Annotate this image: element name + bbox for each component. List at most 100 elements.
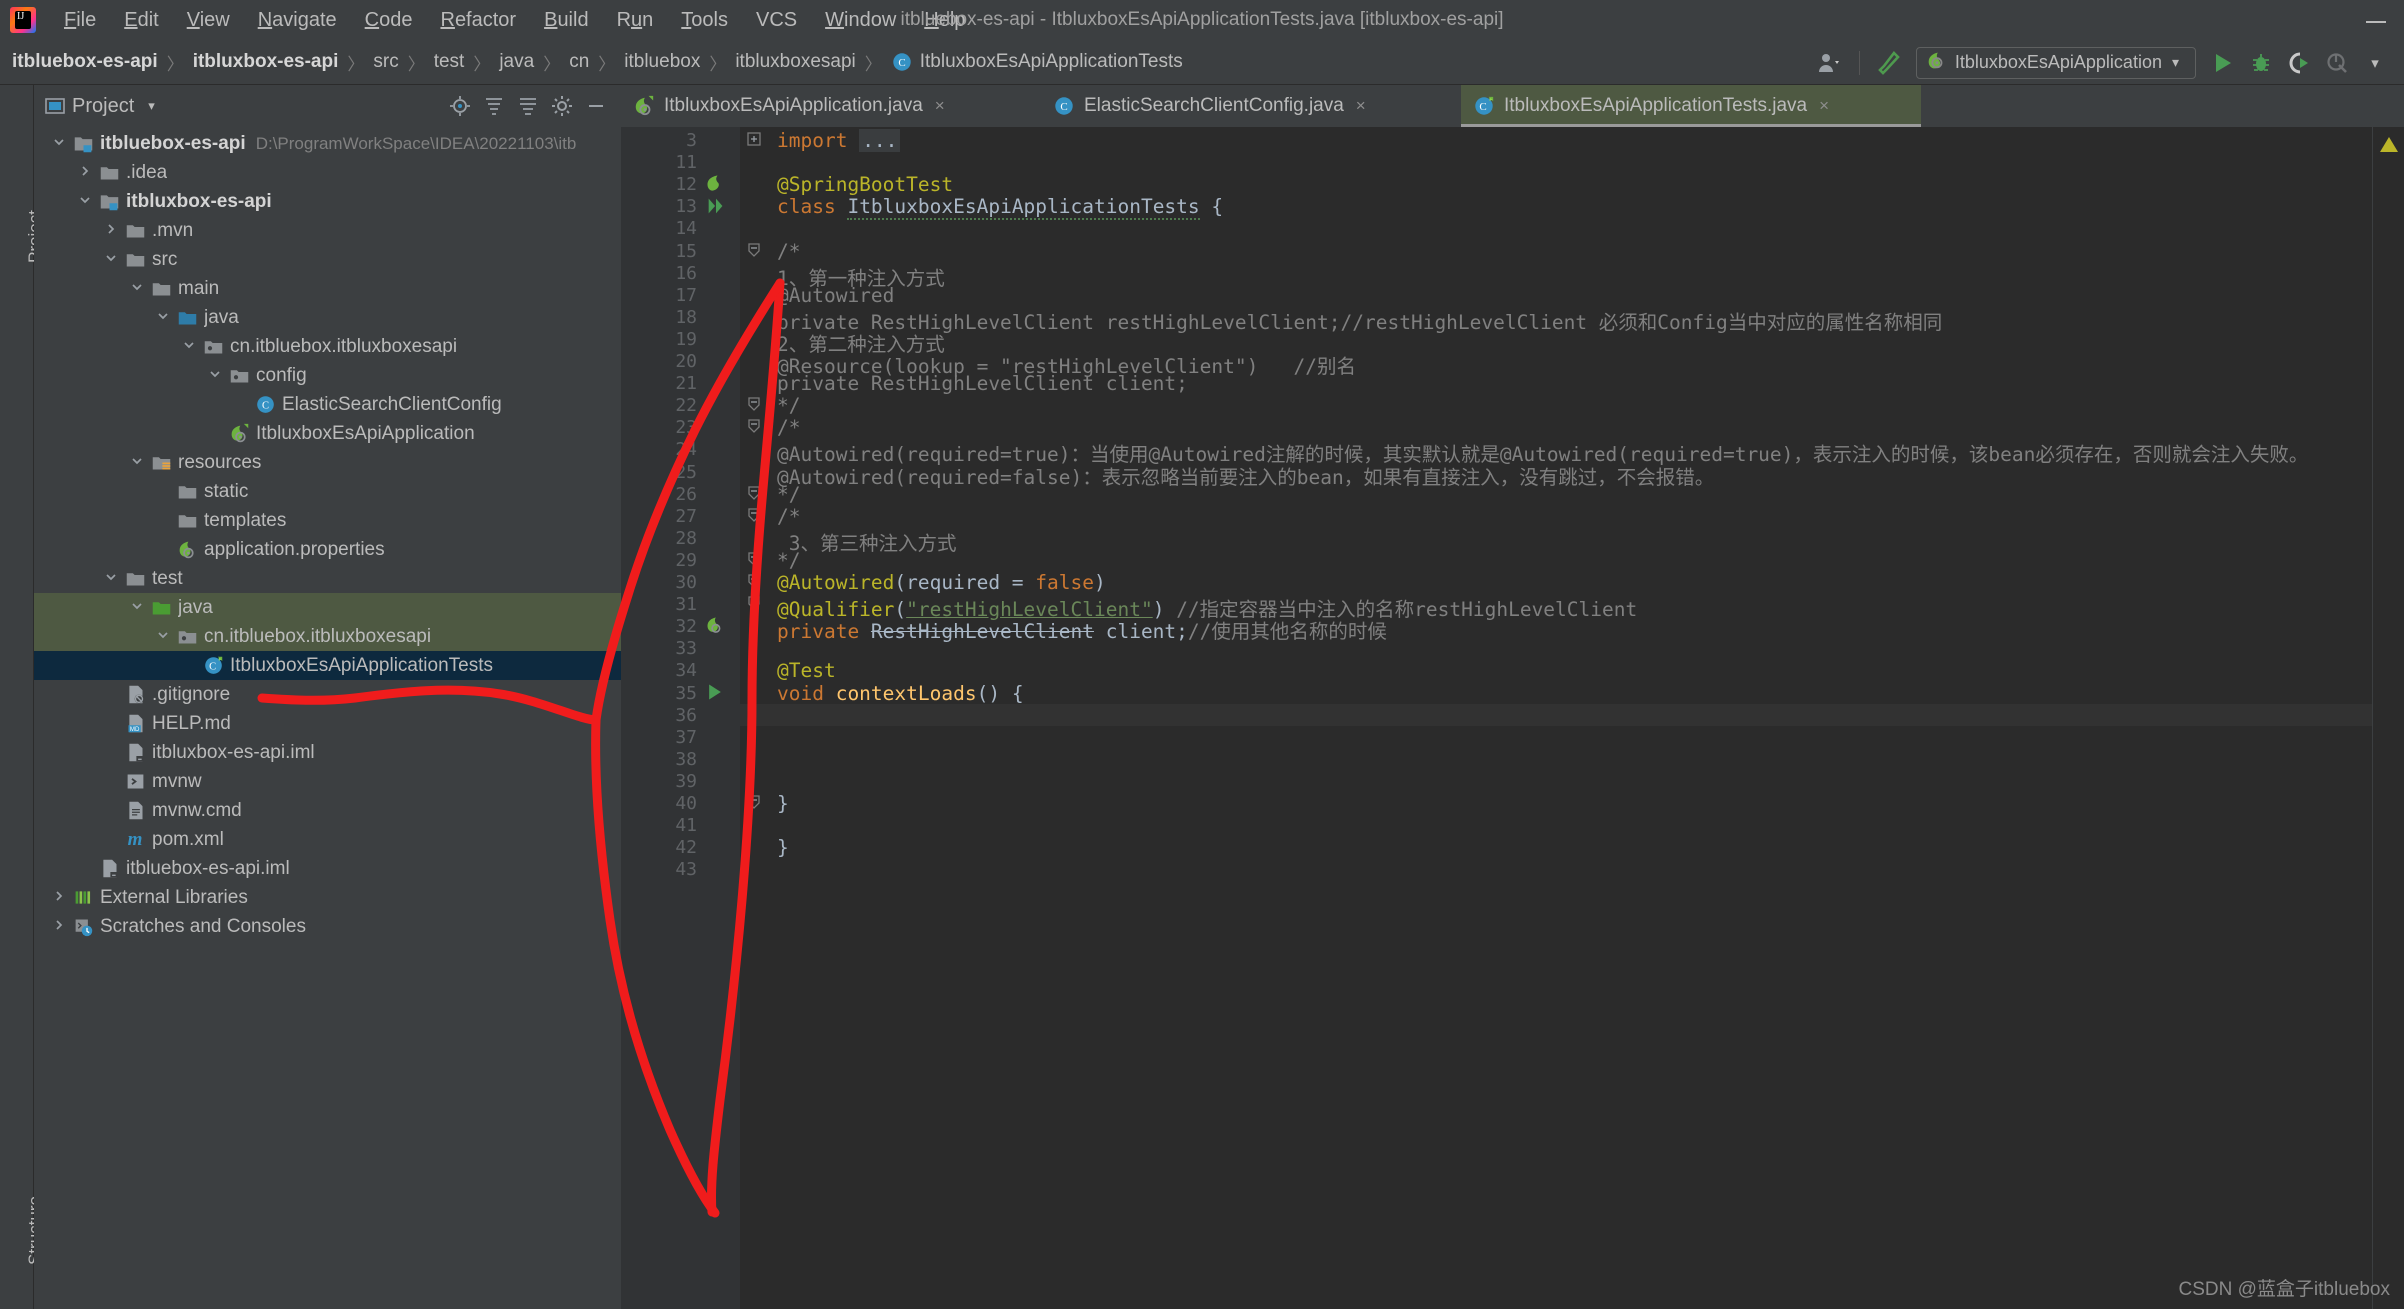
chevron-down-icon[interactable] [204, 367, 226, 384]
spring-leaf-icon[interactable] [705, 173, 731, 195]
menu-item-file[interactable]: File [50, 0, 110, 40]
tree-node-pom-xml[interactable]: m pom.xml [34, 825, 621, 854]
breadcrumb-item-cn[interactable]: cn [569, 51, 589, 73]
menu-item-code[interactable]: Code [351, 0, 427, 40]
menu-item-view[interactable]: View [173, 0, 244, 40]
code-editor[interactable]: 3 import ... 11 12 @SpringBootTest 13 class It… [621, 127, 2404, 1309]
tree-node-help-md[interactable]: MD HELP.md [34, 709, 621, 738]
fold-collapse-icon[interactable] [745, 396, 763, 414]
tree-node-itbluxbox-es-api[interactable]: itbluxbox-es-api [34, 187, 621, 216]
menu-item-window[interactable]: Window [811, 0, 910, 40]
breadcrumb-item-src[interactable]: src [373, 51, 398, 73]
tree-node-cn-itbluebox-itbluxboxesapi[interactable]: cn.itbluebox.itbluxboxesapi [34, 622, 621, 651]
menu-item-refactor[interactable]: Refactor [426, 0, 530, 40]
fold-expand-icon[interactable] [745, 131, 763, 149]
tree-node-mvnw-cmd[interactable]: mvnw.cmd [34, 796, 621, 825]
tree-node-mvnw[interactable]: mvnw [34, 767, 621, 796]
chevron-right-icon[interactable] [48, 918, 70, 935]
fold-collapse-icon[interactable] [745, 242, 763, 260]
chevron-down-icon[interactable] [126, 599, 148, 616]
tree-node-java[interactable]: java [34, 593, 621, 622]
tree-node-java[interactable]: java [34, 303, 621, 332]
fold-collapse-icon[interactable] [745, 507, 763, 525]
fold-collapse-icon[interactable] [745, 573, 763, 591]
fold-collapse-icon[interactable] [745, 794, 763, 812]
expand-all-icon[interactable] [477, 89, 511, 123]
tree-node-templates[interactable]: templates [34, 506, 621, 535]
tree-node-itbluebox-es-api[interactable]: itbluebox-es-api D:\ProgramWorkSpace\IDEA… [34, 129, 621, 158]
tree-node-src[interactable]: src [34, 245, 621, 274]
run-test-method-icon[interactable] [705, 682, 731, 704]
menu-item-build[interactable]: Build [530, 0, 602, 40]
tree-node-static[interactable]: static [34, 477, 621, 506]
run-test-class-icon[interactable] [705, 195, 731, 217]
fold-collapse-icon[interactable] [745, 485, 763, 503]
tree-node--mvn[interactable]: .mvn [34, 216, 621, 245]
tree-node-external-libraries[interactable]: External Libraries [34, 883, 621, 912]
chevron-down-icon[interactable] [152, 309, 174, 326]
tree-node-itbluxboxesapiapplication[interactable]: ItbluxboxEsApiApplication [34, 419, 621, 448]
tree-node-resources[interactable]: resources [34, 448, 621, 477]
fold-collapse-icon[interactable] [745, 551, 763, 569]
breadcrumb-item-itbluxboxesapi[interactable]: itbluxboxesapi [735, 51, 855, 73]
chevron-down-icon[interactable] [126, 454, 148, 471]
menu-item-run[interactable]: Run [603, 0, 668, 40]
editor-tab-elasticsearchclientconfig-java[interactable]: C ElasticSearchClientConfig.java × [1041, 85, 1461, 127]
breadcrumb-item-itbluebox-es-api[interactable]: itbluebox-es-api [12, 51, 158, 73]
breadcrumb-item-test[interactable]: test [434, 51, 465, 73]
menu-item-vcs[interactable]: VCS [742, 0, 811, 40]
tree-node-elasticsearchclientconfig[interactable]: C ElasticSearchClientConfig [34, 390, 621, 419]
tree-node-cn-itbluebox-itbluxboxesapi[interactable]: cn.itbluebox.itbluxboxesapi [34, 332, 621, 361]
tree-node-application-properties[interactable]: application.properties [34, 535, 621, 564]
collapse-all-icon[interactable] [511, 89, 545, 123]
tree-node-itbluxboxesapiapplicationtests[interactable]: C ItbluxboxEsApiApplicationTests [34, 651, 621, 680]
chevron-down-icon[interactable] [48, 135, 70, 152]
chevron-down-icon[interactable]: ▾ [148, 98, 155, 114]
tree-node--gitignore[interactable]: .gitignore [34, 680, 621, 709]
toolbar-more-chevron-icon[interactable]: ▾ [2356, 44, 2394, 82]
user-settings-icon[interactable] [1811, 44, 1849, 82]
run-play-icon[interactable] [2204, 44, 2242, 82]
hammer-build-icon[interactable] [1870, 44, 1908, 82]
close-icon[interactable]: × [1356, 96, 1366, 116]
editor-tab-itbluxboxesapiapplication-java[interactable]: ItbluxboxEsApiApplication.java × [621, 85, 1041, 127]
fold-collapse-icon[interactable] [745, 418, 763, 436]
chevron-down-icon[interactable] [178, 338, 200, 355]
fold-collapse-icon[interactable] [745, 595, 763, 613]
close-icon[interactable]: × [935, 96, 945, 116]
code-content[interactable]: 3 import ... 11 12 @SpringBootTest 13 class It… [621, 127, 2404, 1309]
warning-triangle-icon[interactable] [2380, 137, 2398, 152]
chevron-down-icon[interactable] [100, 570, 122, 587]
breadcrumb-item-java[interactable]: java [499, 51, 534, 73]
debug-bug-icon[interactable] [2242, 44, 2280, 82]
tree-node-config[interactable]: config [34, 361, 621, 390]
tree-node-scratches-and-consoles[interactable]: Scratches and Consoles [34, 912, 621, 941]
editor-tab-itbluxboxesapiapplicationtests-java[interactable]: C ItbluxboxEsApiApplicationTests.java × [1461, 85, 1921, 127]
tree-node-itbluebox-es-api-iml[interactable]: itbluebox-es-api.iml [34, 854, 621, 883]
tree-node-itbluxbox-es-api-iml[interactable]: itbluxbox-es-api.iml [34, 738, 621, 767]
minimize-button[interactable] [2364, 10, 2388, 30]
run-configuration-selector[interactable]: ItbluxboxEsApiApplication ▾ [1915, 46, 2196, 79]
menu-item-navigate[interactable]: Navigate [244, 0, 351, 40]
chevron-right-icon[interactable] [74, 164, 96, 181]
close-icon[interactable]: × [1819, 96, 1829, 116]
chevron-down-icon[interactable] [152, 628, 174, 645]
profiler-icon[interactable] [2318, 44, 2356, 82]
bean-icon[interactable] [705, 615, 731, 637]
breadcrumb-item-itbluebox[interactable]: itbluebox [624, 51, 700, 73]
tree-node--idea[interactable]: .idea [34, 158, 621, 187]
menu-item-edit[interactable]: Edit [110, 0, 172, 40]
chevron-down-icon[interactable] [126, 280, 148, 297]
tree-node-main[interactable]: main [34, 274, 621, 303]
chevron-down-icon[interactable] [74, 193, 96, 210]
menu-item-help[interactable]: Help [910, 0, 979, 40]
run-with-coverage-icon[interactable] [2280, 44, 2318, 82]
tree-node-test[interactable]: test [34, 564, 621, 593]
error-stripe-gutter[interactable] [2372, 127, 2404, 1309]
chevron-right-icon[interactable] [100, 222, 122, 239]
chevron-down-icon[interactable] [100, 251, 122, 268]
locate-icon[interactable] [443, 89, 477, 123]
chevron-down-icon[interactable]: ▾ [2172, 54, 2179, 71]
breadcrumb-item-itbluxbox-es-api[interactable]: itbluxbox-es-api [193, 51, 339, 73]
chevron-right-icon[interactable] [48, 889, 70, 906]
